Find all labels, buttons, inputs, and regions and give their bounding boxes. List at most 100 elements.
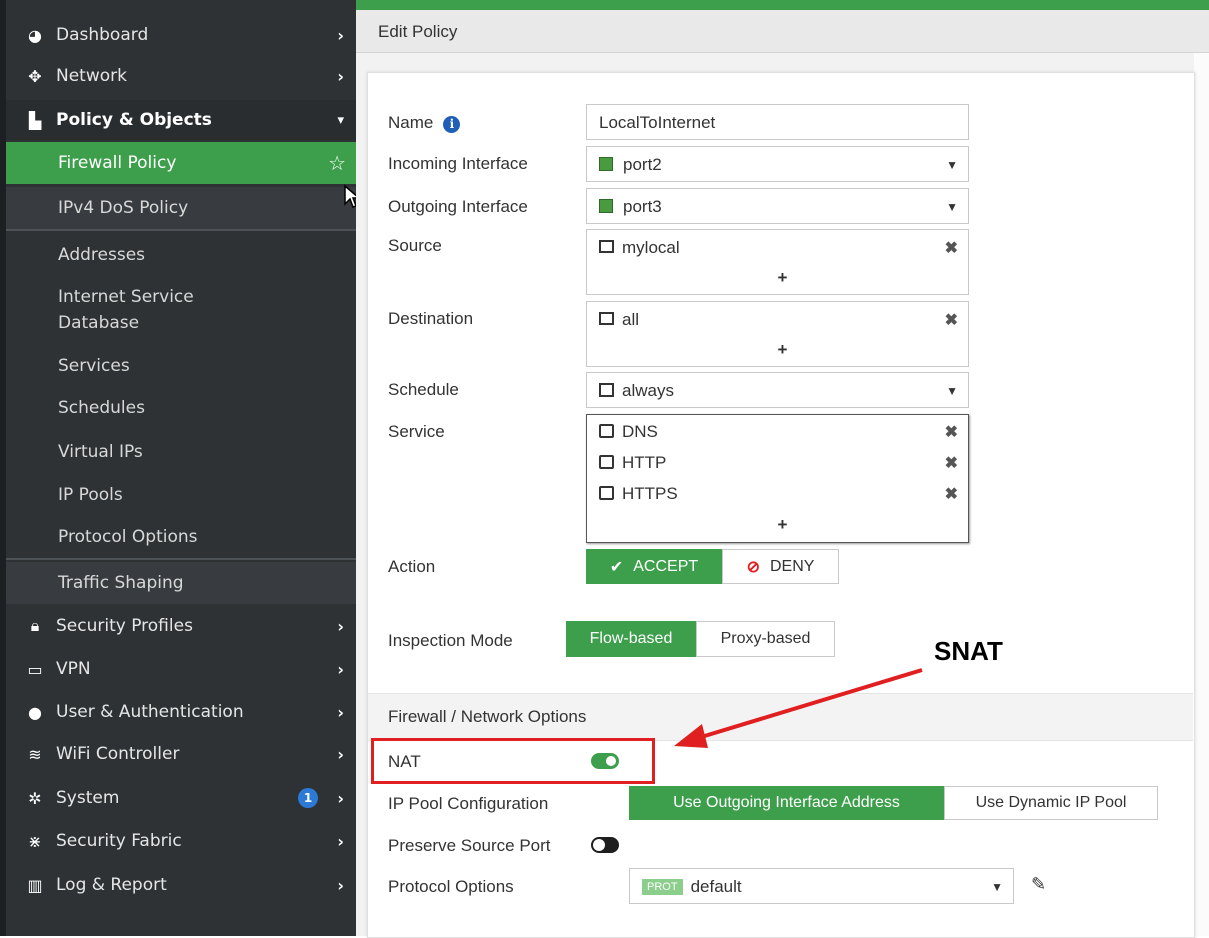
sidebar-item-network[interactable]: ✥ Network › bbox=[6, 56, 356, 96]
wifi-icon: ≋ bbox=[28, 744, 42, 764]
snat-annotation: SNAT bbox=[934, 636, 1003, 666]
preserve-source-port-label: Preserve Source Port bbox=[388, 836, 551, 855]
interface-icon bbox=[599, 156, 613, 171]
protocol-options-label: Protocol Options bbox=[388, 877, 514, 896]
chevron-right-icon: › bbox=[337, 788, 344, 808]
action-label: Action bbox=[388, 557, 436, 576]
sidebar-item-schedules[interactable]: Schedules bbox=[6, 388, 356, 428]
chevron-right-icon: › bbox=[337, 875, 344, 895]
preserve-source-port-toggle[interactable] bbox=[591, 837, 619, 853]
laptop-icon: ▭ bbox=[27, 659, 43, 679]
sidebar-item-user-authentication[interactable]: ● User & Authentication › bbox=[6, 692, 356, 732]
add-icon[interactable]: + bbox=[778, 268, 788, 288]
chevron-right-icon: › bbox=[337, 831, 344, 851]
page-header: Edit Policy bbox=[356, 10, 1209, 53]
proxy-based-button[interactable]: Proxy-based bbox=[696, 621, 835, 657]
fabric-icon: ⋇ bbox=[28, 831, 42, 851]
service-icon bbox=[599, 485, 614, 500]
chevron-right-icon: › bbox=[337, 659, 344, 679]
destination-field[interactable]: all ✖ + bbox=[586, 301, 969, 367]
accept-button[interactable]: ✔ ACCEPT bbox=[586, 549, 722, 584]
sidebar-item-services[interactable]: Services bbox=[6, 346, 356, 386]
protocol-tag: PROT bbox=[642, 879, 683, 895]
chevron-right-icon: › bbox=[337, 25, 344, 45]
service-field[interactable]: DNS ✖ HTTP ✖ HTTPS ✖ + bbox=[586, 414, 969, 543]
sidebar-item-protocol-options[interactable]: Protocol Options bbox=[6, 517, 356, 557]
service-icon bbox=[599, 423, 614, 438]
incoming-interface-label: Incoming Interface bbox=[388, 154, 528, 173]
source-label: Source bbox=[388, 236, 442, 255]
info-icon[interactable]: i bbox=[443, 116, 461, 133]
right-panel-edge bbox=[1194, 53, 1209, 936]
sidebar-divider bbox=[6, 558, 356, 560]
protocol-options-select[interactable]: PROT default ▼ bbox=[629, 868, 1014, 904]
sidebar-item-internet-service-database[interactable]: Internet Service Database bbox=[6, 282, 356, 338]
destination-label: Destination bbox=[388, 309, 474, 328]
sidebar-item-system[interactable]: ✲ System 1 › bbox=[6, 778, 356, 818]
outgoing-interface-select[interactable]: port3 ▼ bbox=[586, 188, 969, 224]
source-field[interactable]: mylocal ✖ + bbox=[586, 229, 969, 295]
add-icon[interactable]: + bbox=[778, 515, 788, 535]
sidebar-item-label: Security Fabric bbox=[56, 831, 182, 851]
remove-icon[interactable]: ✖ bbox=[945, 238, 958, 258]
sidebar-item-log-report[interactable]: ▥ Log & Report › bbox=[6, 865, 356, 905]
sidebar-item-wifi-controller[interactable]: ≋ WiFi Controller › bbox=[6, 734, 356, 774]
dropdown-caret-icon: ▼ bbox=[946, 158, 958, 172]
sidebar-item-policy-objects[interactable]: ▙ Policy & Objects ▾ bbox=[6, 100, 356, 140]
sidebar-item-label: Dashboard bbox=[56, 25, 149, 45]
ip-pool-configuration-label: IP Pool Configuration bbox=[388, 794, 549, 813]
sidebar-item-vpn[interactable]: ▭ VPN › bbox=[6, 649, 356, 689]
sidebar-item-label: Traffic Shaping bbox=[58, 573, 184, 593]
pencil-icon[interactable]: ✎ bbox=[1031, 874, 1046, 895]
sidebar-item-security-fabric[interactable]: ⋇ Security Fabric › bbox=[6, 821, 356, 861]
deny-button[interactable]: ⊘ DENY bbox=[722, 549, 839, 584]
chevron-right-icon: › bbox=[337, 616, 344, 636]
name-label: Name i bbox=[388, 113, 461, 133]
network-icon: ✥ bbox=[28, 66, 42, 86]
remove-icon[interactable]: ✖ bbox=[945, 484, 958, 504]
annotation-arrow bbox=[674, 668, 923, 748]
sidebar-item-traffic-shaping[interactable]: Traffic Shaping bbox=[6, 562, 356, 604]
use-outgoing-interface-address-button[interactable]: Use Outgoing Interface Address bbox=[629, 786, 944, 820]
remove-icon[interactable]: ✖ bbox=[945, 310, 958, 330]
sidebar-item-virtual-ips[interactable]: Virtual IPs bbox=[6, 432, 356, 472]
chevron-right-icon: › bbox=[337, 66, 344, 86]
interface-icon bbox=[599, 198, 613, 213]
dropdown-caret-icon: ▼ bbox=[946, 200, 958, 214]
sidebar-item-label: Addresses bbox=[58, 245, 146, 265]
gear-icon: ✲ bbox=[28, 788, 42, 808]
star-icon[interactable]: ☆ bbox=[328, 151, 346, 175]
outgoing-interface-label: Outgoing Interface bbox=[388, 197, 528, 216]
chevron-right-icon: › bbox=[337, 702, 344, 722]
add-icon[interactable]: + bbox=[778, 340, 788, 360]
sidebar-item-label: Security Profiles bbox=[56, 616, 193, 636]
sidebar-item-label: System bbox=[56, 788, 120, 808]
sidebar-item-label: User & Authentication bbox=[56, 702, 244, 722]
inspection-mode-label: Inspection Mode bbox=[388, 631, 513, 650]
remove-icon[interactable]: ✖ bbox=[945, 422, 958, 442]
notification-badge: 1 bbox=[298, 788, 318, 808]
name-input[interactable]: LocalToInternet bbox=[586, 104, 969, 140]
schedule-icon bbox=[599, 382, 614, 397]
sidebar-item-firewall-policy[interactable]: Firewall Policy ☆ bbox=[6, 142, 356, 184]
top-accent-bar bbox=[356, 0, 1209, 10]
sidebar-item-security-profiles[interactable]: 🔒︎ Security Profiles › bbox=[6, 606, 356, 646]
sidebar-item-ip-pools[interactable]: IP Pools bbox=[6, 475, 356, 515]
chart-icon: ▥ bbox=[27, 875, 43, 895]
lock-icon: 🔒︎ bbox=[30, 616, 40, 635]
sidebar-item-dashboard[interactable]: ◕ Dashboard › bbox=[6, 15, 356, 55]
remove-icon[interactable]: ✖ bbox=[945, 453, 958, 473]
use-dynamic-ip-pool-button[interactable]: Use Dynamic IP Pool bbox=[944, 786, 1158, 820]
incoming-interface-select[interactable]: port2 ▼ bbox=[586, 146, 969, 182]
schedule-label: Schedule bbox=[388, 380, 459, 399]
check-icon: ✔ bbox=[609, 558, 624, 576]
sidebar-item-label: Network bbox=[56, 66, 127, 86]
sidebar-item-ipv4-dos-policy[interactable]: IPv4 DoS Policy bbox=[6, 187, 356, 229]
sidebar-item-label: Internet Service Database bbox=[58, 287, 194, 333]
sidebar-divider bbox=[6, 229, 356, 231]
section-title: Firewall / Network Options bbox=[388, 707, 587, 726]
policy-icon: ▙ bbox=[28, 110, 42, 130]
schedule-select[interactable]: always ▼ bbox=[586, 372, 969, 408]
sidebar-item-addresses[interactable]: Addresses bbox=[6, 234, 356, 276]
flow-based-button[interactable]: Flow-based bbox=[566, 621, 696, 657]
